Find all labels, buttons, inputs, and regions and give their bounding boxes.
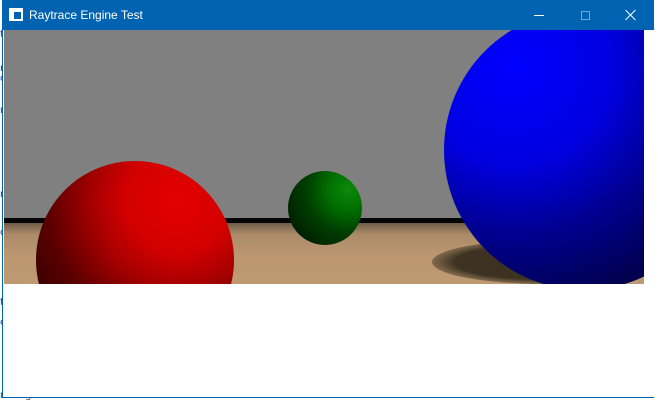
window-title: Raytrace Engine Test — [29, 8, 143, 22]
app-window: Raytrace Engine Test — [2, 0, 654, 398]
app-window-icon[interactable] — [9, 8, 23, 21]
render-green-sphere — [288, 171, 362, 245]
close-icon — [625, 9, 637, 21]
close-button[interactable] — [608, 0, 654, 30]
title-bar[interactable]: Raytrace Engine Test — [3, 0, 654, 30]
raytrace-render — [4, 30, 644, 284]
minimize-button[interactable] — [516, 0, 562, 30]
maximize-icon — [580, 10, 590, 20]
desktop: t r o r r o t o neEngine « Raytrace Engi… — [0, 0, 658, 401]
client-area — [3, 30, 654, 397]
minimize-icon — [534, 14, 544, 16]
maximize-button[interactable] — [562, 0, 608, 30]
